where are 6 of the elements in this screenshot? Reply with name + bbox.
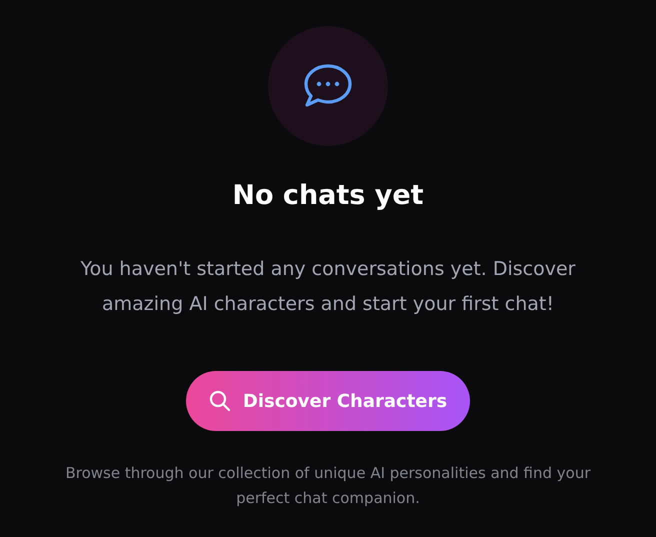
search-icon: [208, 390, 231, 412]
empty-state-message: You haven't started any conversations yet. Discover amazing AI characters and start your first chat!: [80, 257, 576, 317]
chat-bubble-icon: [303, 63, 353, 109]
discover-characters-button[interactable]: Discover Characters: [186, 371, 470, 431]
hint-text: Browse through our collection of unique AI personalities and find your perfect chat companion.: [64, 463, 592, 509]
empty-state-title: No chats yet: [232, 179, 424, 213]
